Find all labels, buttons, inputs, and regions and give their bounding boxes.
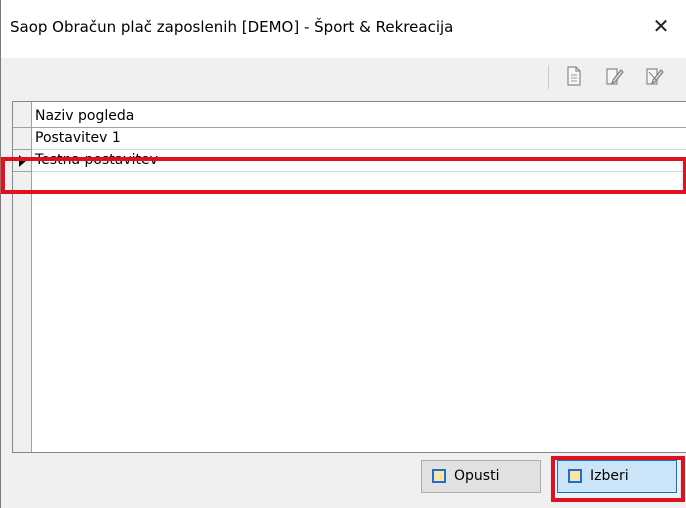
table-row[interactable]: Postavitev 1 <box>13 128 686 150</box>
column-header-naziv-pogleda[interactable]: Naziv pogleda <box>32 106 686 128</box>
dialog-window: Saop Obračun plač zaposlenih [DEMO] - Šp… <box>0 0 686 508</box>
toolbar <box>1 58 686 100</box>
close-button[interactable]: ✕ <box>647 12 675 42</box>
header-corner <box>13 106 32 128</box>
row-selector[interactable] <box>13 150 32 172</box>
edit-document-icon[interactable] <box>602 63 628 91</box>
cancel-icon <box>432 469 446 483</box>
grid-header-row: Naziv pogleda <box>13 106 686 128</box>
window-title: Saop Obračun plač zaposlenih [DEMO] - Šp… <box>10 18 454 36</box>
toolbar-separator <box>548 65 549 89</box>
row-cell-name[interactable]: Testna postavitev <box>32 150 686 172</box>
cancel-button-label: Opusti <box>454 468 500 484</box>
select-icon <box>568 469 582 483</box>
title-bar: Saop Obračun plač zaposlenih [DEMO] - Šp… <box>1 0 686 58</box>
select-button[interactable]: Izberi <box>557 460 677 493</box>
select-button-label: Izberi <box>590 468 629 484</box>
table-row-selected[interactable]: Testna postavitev <box>13 150 686 172</box>
views-grid[interactable]: Naziv pogleda Postavitev 1 Testna postav… <box>12 101 686 453</box>
cancel-button[interactable]: Opusti <box>421 460 541 493</box>
row-selector[interactable] <box>13 128 32 150</box>
row-cell-name[interactable]: Postavitev 1 <box>32 128 686 150</box>
new-document-icon[interactable] <box>561 63 587 91</box>
delete-document-icon[interactable] <box>642 63 668 91</box>
current-row-arrow-icon <box>19 155 26 167</box>
